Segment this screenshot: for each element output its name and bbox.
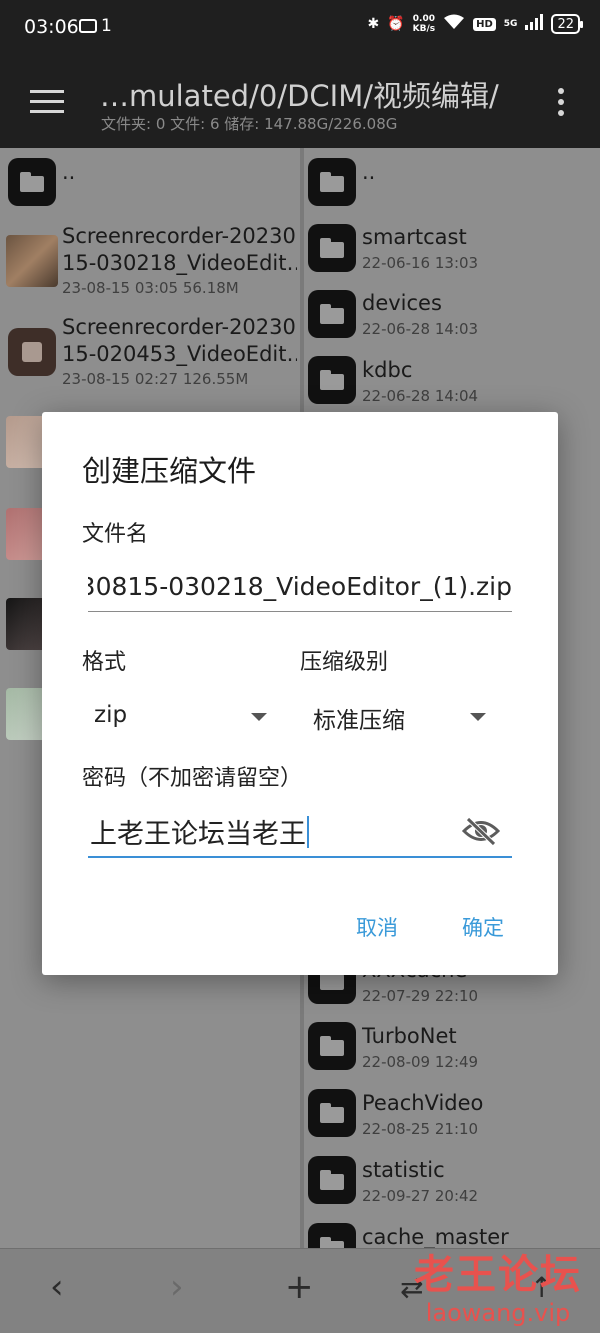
notification-count: 1 (101, 16, 112, 36)
folder-name: cache_master (362, 1225, 509, 1248)
file-name-line1: Screenrecorder-202308 (62, 315, 297, 339)
folder-name: PeachVideo (362, 1091, 484, 1115)
folder-date: 22-06-28 14:03 (362, 320, 479, 338)
folder-name: smartcast (362, 225, 467, 249)
file-meta: 23-08-15 03:05 56.18M (62, 279, 239, 297)
forward-arrow-icon[interactable]: › (170, 1267, 184, 1307)
file-meta: 23-08-15 02:27 126.55M (62, 370, 249, 388)
hd-badge: HD (473, 17, 496, 31)
current-path: …mulated/0/DCIM/视频编辑/ (100, 79, 499, 113)
password-input[interactable]: 上老王论坛当老王 (88, 808, 512, 858)
folder-date: 22-08-09 12:49 (362, 1053, 479, 1071)
status-bar: 03:06 1 ✱ ⏰ 0.00 KB/s HD 5G 22 (0, 0, 600, 58)
folder-date: 22-09-27 20:42 (362, 1187, 479, 1205)
folder-icon (308, 1022, 356, 1070)
format-label: 格式 (82, 650, 127, 675)
folder-icon (308, 1223, 356, 1248)
video-thumbnail (6, 235, 58, 287)
status-icons: ✱ ⏰ 0.00 KB/s HD 5G 22 (367, 14, 583, 34)
text-cursor (307, 816, 309, 848)
password-value: 上老王论坛当老王 (90, 819, 306, 850)
chevron-down-icon (470, 713, 486, 721)
folder-icon (308, 1089, 356, 1137)
battery-indicator: 22 (551, 14, 583, 34)
visibility-off-icon[interactable] (461, 816, 501, 846)
file-name-line1: Screenrecorder-202308 (62, 224, 297, 248)
folder-date: 22-06-28 14:04 (362, 387, 479, 405)
parent-dir-label: .. (62, 160, 76, 184)
folder-date: 22-06-16 13:03 (362, 254, 479, 272)
folder-icon (308, 290, 356, 338)
wifi-icon (443, 14, 465, 34)
folder-icon (308, 1156, 356, 1204)
parent-dir-label: .. (362, 160, 376, 184)
create-archive-dialog: 创建压缩文件 文件名 230815-030218_VideoEditor_(1)… (42, 412, 558, 975)
folder-icon (8, 158, 56, 206)
folder-name: kdbc (362, 358, 413, 382)
format-selected: zip (94, 702, 128, 728)
folder-name: statistic (362, 1158, 445, 1182)
bluetooth-icon: ✱ (367, 16, 380, 32)
watermark-cn: 老王论坛 (414, 1252, 582, 1298)
dialog-title: 创建压缩文件 (82, 454, 257, 488)
cancel-button[interactable]: 取消 (356, 912, 398, 942)
folder-name: devices (362, 291, 442, 315)
filename-input[interactable]: 230815-030218_VideoEditor_(1).zip (88, 568, 512, 612)
file-name-line2: 15-020453_VideoEdit… (62, 342, 297, 366)
compression-level-label: 压缩级别 (300, 650, 389, 675)
net-speed-value: 0.00 (412, 14, 435, 24)
confirm-button[interactable]: 确定 (462, 912, 504, 942)
back-arrow-icon[interactable]: ‹ (50, 1267, 64, 1307)
folder-date: 22-07-29 22:10 (362, 987, 479, 1005)
folder-date: 22-08-25 21:10 (362, 1120, 479, 1138)
folder-icon (308, 224, 356, 272)
folder-icon (308, 356, 356, 404)
app-toolbar: …mulated/0/DCIM/视频编辑/ 文件夹: 0 文件: 6 储存: 1… (0, 58, 600, 148)
file-name-line2: 15-030218_VideoEdit… (62, 251, 297, 275)
archive-icon (8, 328, 56, 376)
compression-level-selected: 标准压缩 (313, 708, 405, 734)
signal-icon (525, 14, 544, 34)
net-speed-unit: KB/s (412, 24, 436, 34)
more-options-icon[interactable] (558, 88, 564, 121)
menu-icon[interactable] (30, 90, 64, 114)
watermark-en: laowang.vip (425, 1299, 571, 1327)
site-watermark: 老王论坛 laowang.vip (414, 1252, 582, 1328)
folder-name: TurboNet (362, 1024, 457, 1048)
folder-icon (308, 158, 356, 206)
message-notification-icon (79, 19, 97, 33)
password-label: 密码（不加密请留空） (82, 766, 303, 791)
network-speed: 0.00 KB/s (413, 14, 435, 34)
network-type: 5G (503, 19, 518, 29)
alarm-icon: ⏰ (387, 16, 405, 32)
add-icon[interactable]: + (285, 1267, 314, 1307)
filename-label: 文件名 (82, 522, 149, 547)
status-time: 03:06 (24, 16, 79, 38)
storage-summary: 文件夹: 0 文件: 6 储存: 147.88G/226.08G (101, 115, 398, 133)
filename-value: 230815-030218_VideoEditor_(1).zip (88, 572, 512, 601)
chevron-down-icon (251, 713, 267, 721)
